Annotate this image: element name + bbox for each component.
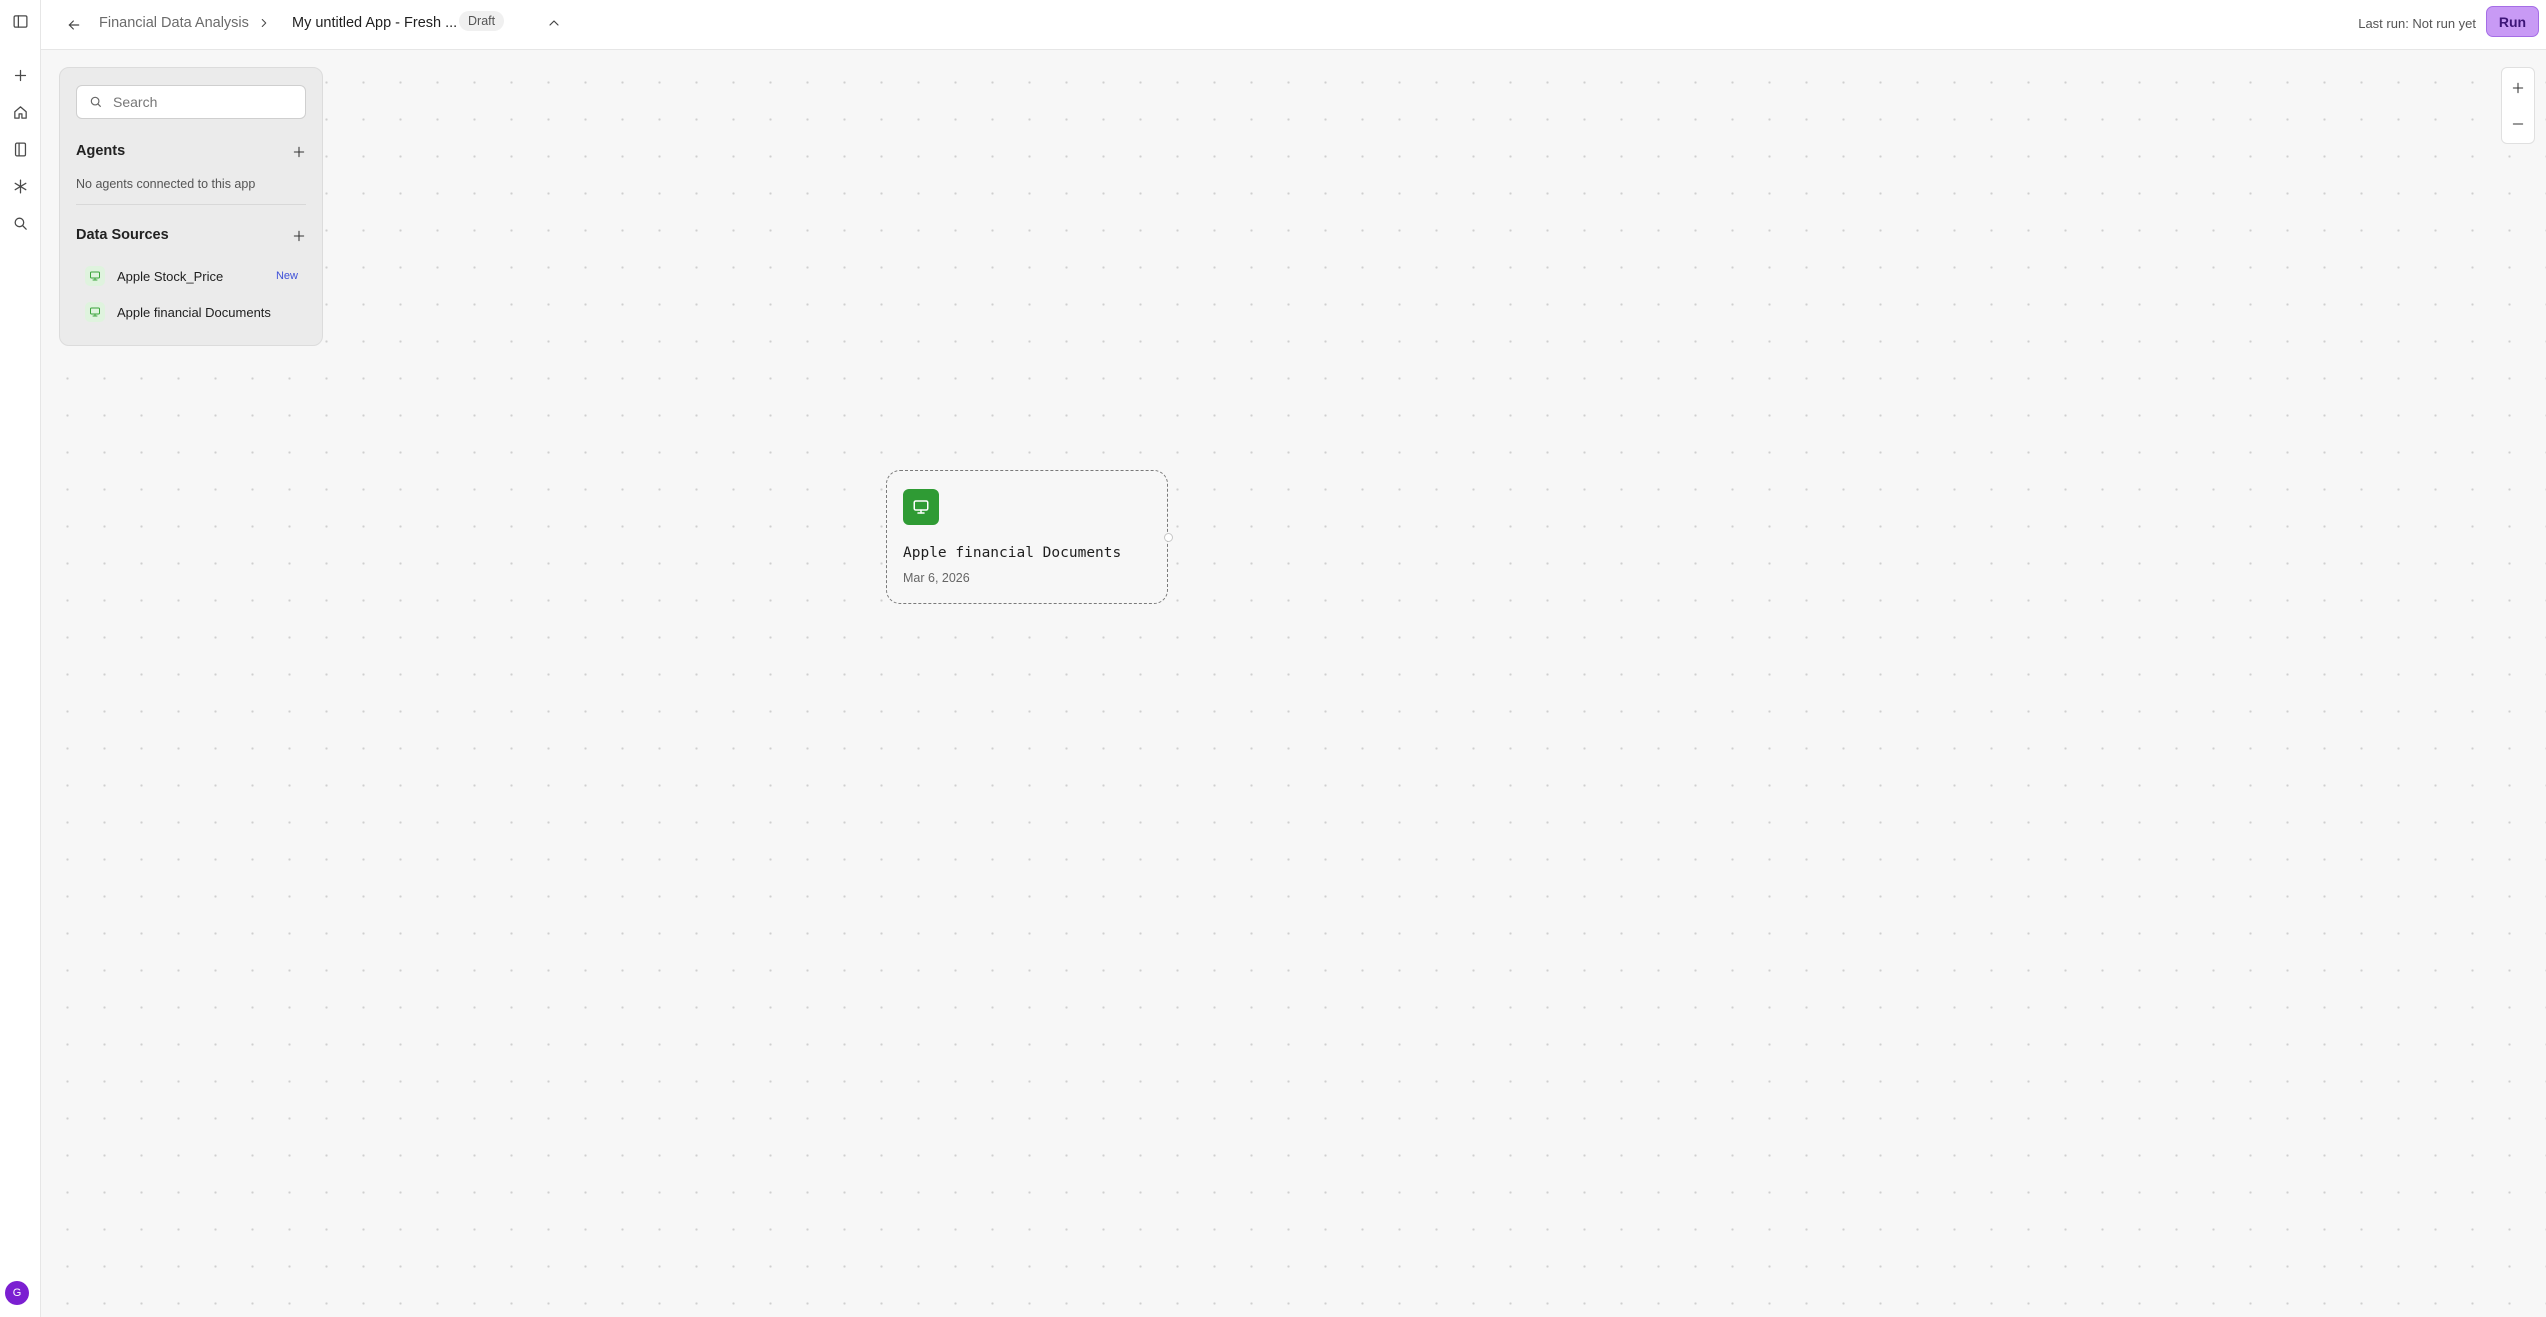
monitor-icon bbox=[903, 489, 939, 525]
app-title[interactable]: My untitled App - Fresh ... bbox=[292, 15, 457, 31]
search-icon bbox=[90, 96, 102, 108]
resources-panel: Agents No agents connected to this app D… bbox=[59, 67, 323, 346]
add-agent-button[interactable] bbox=[290, 143, 308, 161]
node-title: Apple financial Documents bbox=[903, 545, 1122, 561]
search-field[interactable] bbox=[76, 85, 306, 119]
new-badge: New bbox=[275, 270, 298, 282]
minus-icon bbox=[2512, 123, 2524, 125]
node-date: Mar 6, 2026 bbox=[903, 571, 970, 585]
node-connection-handle[interactable] bbox=[1164, 533, 1173, 542]
search-input[interactable] bbox=[111, 93, 295, 111]
back-arrow-icon[interactable] bbox=[61, 12, 87, 38]
data-source-item[interactable]: Apple Stock_Price New bbox=[76, 262, 308, 290]
avatar[interactable]: G bbox=[5, 1281, 29, 1305]
plus-icon bbox=[293, 230, 305, 242]
status-badge: Draft bbox=[459, 11, 505, 31]
data-source-item[interactable]: Apple financial Documents bbox=[76, 298, 308, 326]
agents-title: Agents bbox=[76, 143, 126, 159]
chevron-right-icon bbox=[261, 18, 267, 28]
breadcrumb-parent[interactable]: Financial Data Analysis bbox=[99, 15, 249, 31]
add-data-source-button[interactable] bbox=[290, 227, 308, 245]
plus-icon[interactable] bbox=[6, 61, 35, 90]
data-source-label: Apple financial Documents bbox=[117, 304, 271, 320]
last-run-status: Last run: Not run yet bbox=[2358, 16, 2476, 31]
home-icon[interactable] bbox=[6, 98, 35, 127]
data-source-label: Apple Stock_Price bbox=[117, 268, 224, 284]
monitor-icon bbox=[85, 266, 105, 286]
zoom-in-button[interactable] bbox=[2502, 70, 2534, 106]
plus-icon bbox=[293, 146, 305, 158]
chevron-up-icon[interactable] bbox=[546, 15, 562, 31]
agents-empty-note: No agents connected to this app bbox=[76, 177, 256, 191]
divider bbox=[76, 204, 306, 205]
sidebar-toggle-icon[interactable] bbox=[6, 7, 35, 36]
monitor-icon bbox=[85, 302, 105, 322]
asterisk-icon[interactable] bbox=[6, 172, 35, 201]
zoom-controls bbox=[2501, 67, 2535, 144]
zoom-out-button[interactable] bbox=[2502, 106, 2534, 142]
search-icon[interactable] bbox=[6, 209, 35, 238]
workflow-canvas[interactable] bbox=[41, 50, 2546, 1317]
data-source-node[interactable]: Apple financial Documents Mar 6, 2026 bbox=[886, 470, 1168, 604]
book-icon[interactable] bbox=[6, 135, 35, 164]
run-button[interactable]: Run bbox=[2486, 6, 2539, 37]
left-rail: G bbox=[0, 0, 41, 1317]
plus-icon bbox=[2512, 82, 2524, 94]
top-bar: Financial Data Analysis My untitled App … bbox=[41, 0, 2546, 50]
data-sources-title: Data Sources bbox=[76, 227, 169, 243]
